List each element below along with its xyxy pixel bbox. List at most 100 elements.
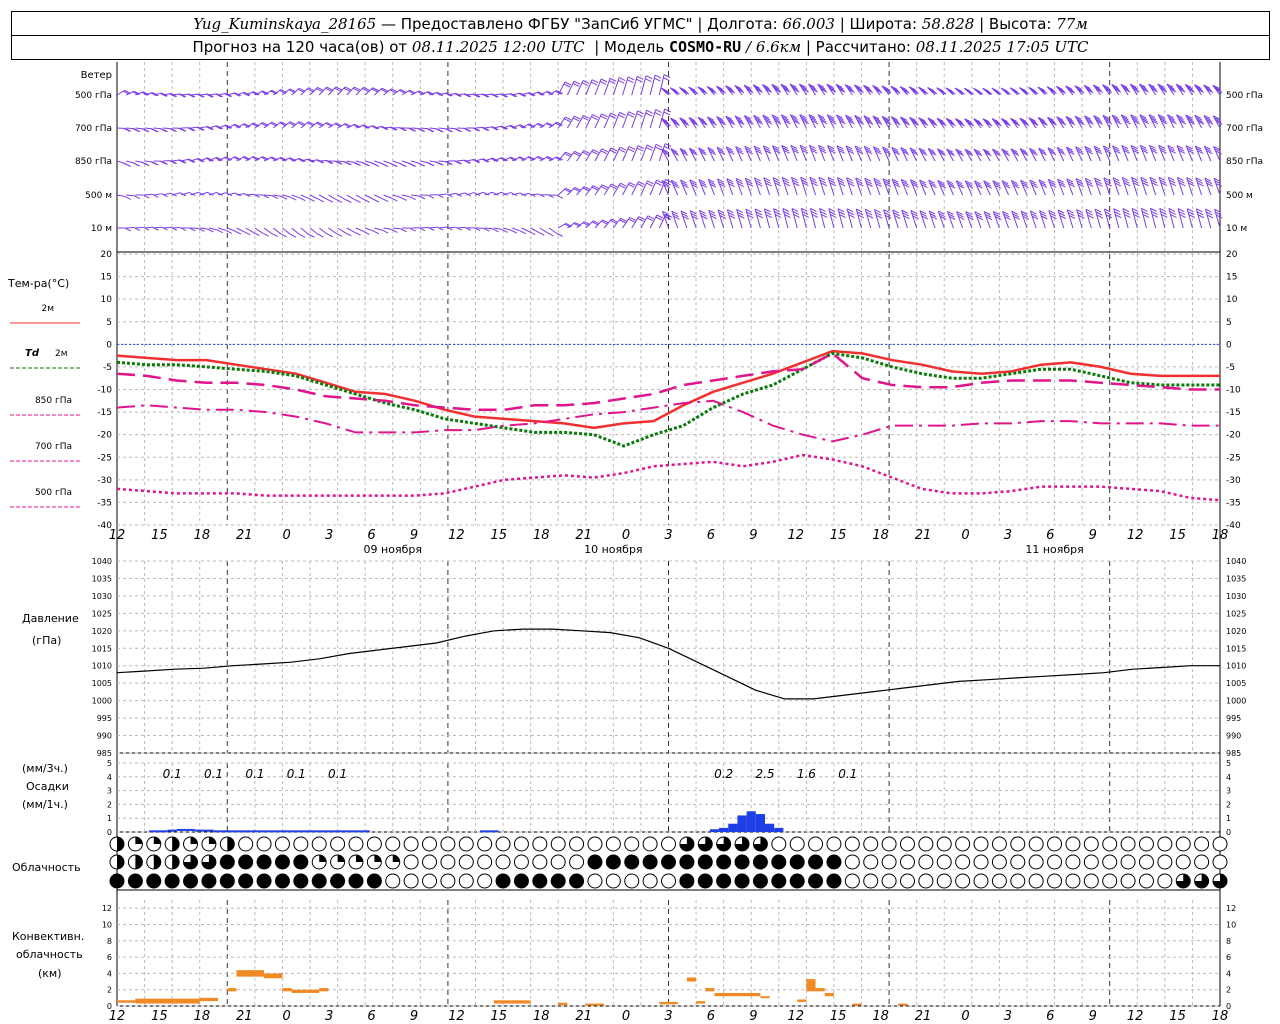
hour-label-bottom: 9 bbox=[1089, 1009, 1097, 1024]
hour-label: 12 bbox=[1127, 528, 1144, 543]
cloud-fill-sector bbox=[374, 855, 382, 862]
cloud-symbol bbox=[219, 854, 235, 870]
conv-ytick-left: 12 bbox=[102, 904, 112, 913]
hour-label-bottom: 21 bbox=[915, 1009, 932, 1024]
wind-barb bbox=[135, 226, 144, 229]
cloud-symbol bbox=[826, 836, 842, 852]
cloud-symbol bbox=[605, 836, 621, 852]
pressure-ytick-left: 1005 bbox=[92, 679, 112, 688]
pressure-ytick-right: 1005 bbox=[1226, 679, 1246, 688]
conv-ytick-left: 0 bbox=[107, 1002, 112, 1011]
cloud-symbol bbox=[1102, 836, 1118, 852]
conv-ytick-left: 4 bbox=[107, 969, 112, 978]
hour-label: 12 bbox=[787, 528, 804, 543]
wind-barb-flag bbox=[391, 197, 398, 202]
wind-barb bbox=[539, 227, 548, 234]
wind-barb bbox=[502, 227, 511, 231]
wind-barb-flag bbox=[289, 233, 297, 238]
wind-barb bbox=[782, 208, 789, 229]
cloud-symbol bbox=[679, 854, 695, 870]
cloud-symbol bbox=[936, 836, 952, 852]
wind-barb bbox=[374, 194, 383, 200]
hour-label-bottom: 12 bbox=[787, 1009, 804, 1024]
wind-barb-flag bbox=[528, 231, 536, 235]
precip-ytick-left: 1 bbox=[107, 814, 112, 823]
cloud-symbol bbox=[771, 873, 787, 889]
cloud-symbol bbox=[293, 873, 309, 889]
wind-barb-flag bbox=[591, 79, 599, 84]
cloud-symbol bbox=[716, 854, 732, 870]
wind-barb-flag bbox=[601, 113, 608, 118]
conv-bar bbox=[236, 970, 265, 977]
cloud-symbol bbox=[311, 873, 327, 889]
conv-bar bbox=[760, 996, 770, 999]
hour-label: 15 bbox=[151, 528, 168, 543]
day-label: 10 ноября bbox=[584, 543, 642, 556]
pressure-ytick-right: 1040 bbox=[1226, 557, 1246, 566]
temp-ytick-left: -20 bbox=[97, 431, 112, 441]
wind-barb-flag bbox=[627, 148, 635, 153]
wind-barb-flag bbox=[400, 228, 407, 233]
precip-bar bbox=[765, 823, 775, 832]
hour-label-bottom: 15 bbox=[830, 1009, 847, 1024]
cloud-symbol bbox=[164, 873, 180, 889]
wind-barb-flag bbox=[335, 198, 343, 203]
cloud-symbol bbox=[1065, 854, 1081, 870]
precip-bar-minor bbox=[305, 830, 315, 833]
cloud-symbol bbox=[477, 854, 493, 870]
wind-barb-flag bbox=[380, 162, 388, 167]
hour-label-bottom: 18 bbox=[194, 1009, 211, 1024]
wind-barb bbox=[126, 194, 135, 197]
pressure-ytick-right: 1025 bbox=[1226, 609, 1246, 618]
cloud-symbol bbox=[844, 873, 860, 889]
cloud-symbol bbox=[201, 873, 217, 889]
legend-label: 500 гПа bbox=[35, 488, 72, 498]
cloud-symbol bbox=[256, 854, 272, 870]
hour-label-bottom: 21 bbox=[575, 1009, 592, 1024]
wind-barb-flag bbox=[409, 227, 416, 232]
precip-ytick-right: 0 bbox=[1226, 828, 1231, 837]
wind-barb-flag bbox=[363, 198, 370, 203]
cloud-symbol bbox=[752, 873, 768, 889]
precip-bar-minor bbox=[213, 830, 223, 833]
cloud-symbol bbox=[844, 836, 860, 852]
wind-barb bbox=[447, 192, 456, 196]
cloud-symbol bbox=[1010, 873, 1026, 889]
wind-barb bbox=[162, 226, 171, 229]
cloud-symbol bbox=[1175, 836, 1191, 852]
cloud-symbol bbox=[550, 873, 566, 889]
wind-barb-flag bbox=[160, 128, 167, 133]
cloud-symbol bbox=[458, 873, 474, 889]
wind-barb-flag bbox=[646, 144, 654, 149]
wind-barb bbox=[282, 194, 291, 198]
precip-ytick-left: 5 bbox=[107, 759, 112, 768]
wind-level-label-left: 500 гПа bbox=[75, 91, 112, 101]
cloud-symbol bbox=[808, 854, 824, 870]
pressure-unit: (гПа) bbox=[32, 634, 61, 647]
temp-ytick-left: -30 bbox=[97, 476, 112, 486]
cloud-symbol bbox=[403, 873, 419, 889]
wind-barb-flag bbox=[618, 79, 625, 84]
hour-label-bottom: 18 bbox=[872, 1009, 889, 1024]
cloud-symbol bbox=[109, 873, 125, 889]
cloud-symbol bbox=[422, 873, 438, 889]
wind-barb-flag bbox=[590, 81, 598, 86]
wind-barb-flag bbox=[150, 161, 158, 166]
wind-barb-flag bbox=[253, 232, 260, 236]
cloud-symbol bbox=[550, 854, 566, 870]
wind-barb bbox=[272, 227, 282, 235]
precip-bar-minor bbox=[185, 828, 196, 831]
wind-barb bbox=[438, 226, 447, 229]
cloud-fill-sector bbox=[172, 855, 180, 869]
cloud-fill-sector bbox=[117, 855, 124, 869]
cloud-symbol bbox=[1028, 873, 1044, 889]
hour-label-bottom: 15 bbox=[491, 1009, 508, 1024]
precip-bar-minor bbox=[204, 829, 214, 832]
cloud-symbol bbox=[955, 873, 971, 889]
wind-barb-flag bbox=[646, 109, 653, 114]
pressure-title: Давление bbox=[22, 612, 79, 625]
cloud-symbol bbox=[881, 836, 897, 852]
pressure-ytick-right: 985 bbox=[1226, 749, 1241, 758]
precip-bar-minor bbox=[287, 830, 297, 833]
hour-label: 18 bbox=[194, 528, 211, 543]
